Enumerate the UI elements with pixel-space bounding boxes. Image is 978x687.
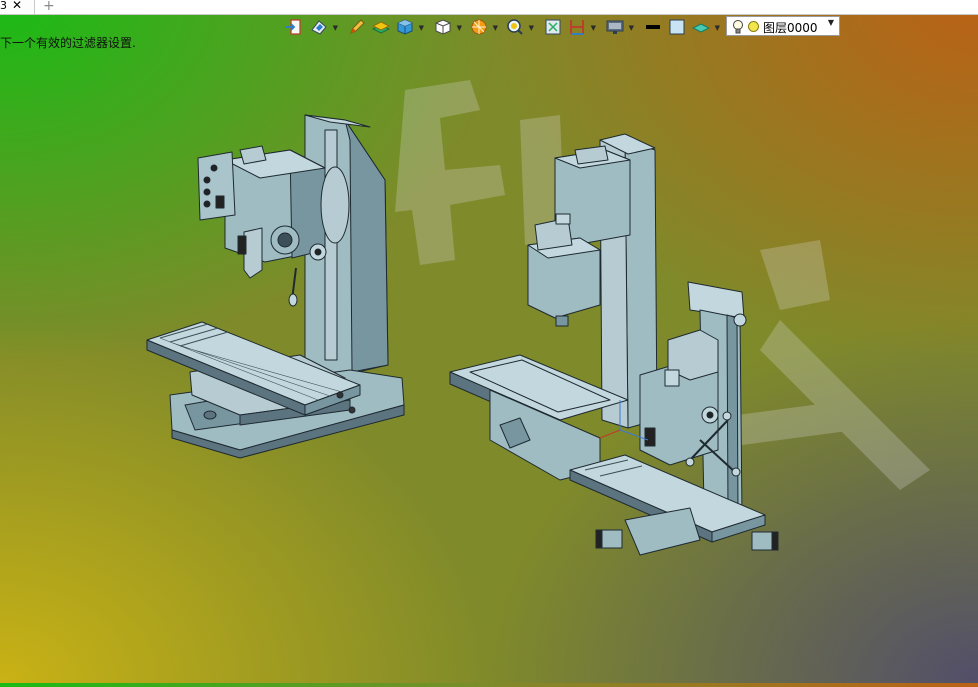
chevron-down-icon: ▼: [332, 24, 338, 32]
fit-view-icon: [545, 19, 561, 35]
add-tab-icon[interactable]: +: [43, 0, 55, 14]
wire-view-button[interactable]: ▼: [434, 18, 462, 36]
tab-bar: 3 ✕ +: [0, 0, 978, 15]
chevron-down-icon: ▼: [590, 24, 596, 32]
cube-shaded-icon: [397, 19, 413, 35]
fill-color-button[interactable]: [668, 18, 690, 36]
right-milling-machine: [449, 133, 779, 556]
view-orient-icon: [311, 20, 327, 35]
insert-icon: [285, 19, 301, 35]
layer-color-swatch: [748, 21, 759, 32]
chevron-down-icon: ▼: [418, 24, 424, 32]
line-color-icon: [646, 25, 660, 29]
render-style-icon: [471, 19, 487, 35]
plane-button[interactable]: ▼: [691, 18, 720, 36]
chevron-down-icon: ▼: [628, 24, 634, 32]
layers-stack-button[interactable]: [371, 18, 394, 36]
view-orient-button[interactable]: ▼: [310, 18, 338, 36]
lightbulb-icon: [733, 20, 743, 34]
cube-white-icon: [435, 19, 451, 35]
fit-view-button[interactable]: [544, 18, 566, 36]
insert-button[interactable]: [284, 18, 306, 36]
shaded-view-button[interactable]: ▼: [396, 18, 424, 36]
section-button[interactable]: ▼: [568, 18, 596, 36]
chevron-down-icon[interactable]: ▼: [828, 18, 834, 27]
chevron-down-icon: ▼: [456, 24, 462, 32]
zoom-icon: [507, 19, 523, 35]
section-icon: [570, 20, 584, 35]
view-toolbar: ▼ ▼ ▼ ▼ ▼ ▼ ▼ ▼ 图层0000 ▼: [282, 15, 844, 39]
chevron-down-icon: ▼: [492, 24, 498, 32]
zoom-button[interactable]: ▼: [506, 18, 534, 36]
plane-icon: [691, 23, 711, 33]
document-tab[interactable]: 3 ✕: [0, 0, 35, 14]
pencil-icon: [350, 19, 365, 34]
fill-color-icon: [669, 19, 685, 35]
chevron-down-icon: ▼: [714, 24, 720, 32]
render-style-button[interactable]: ▼: [470, 18, 498, 36]
cad-model-canvas: [146, 80, 930, 556]
left-milling-machine: [146, 114, 405, 459]
line-color-button[interactable]: [644, 18, 666, 36]
layers-stack-icon: [371, 21, 391, 34]
display-button[interactable]: ▼: [606, 18, 634, 36]
sketch-button[interactable]: [348, 18, 370, 36]
chevron-down-icon: ▼: [528, 24, 534, 32]
close-icon[interactable]: ✕: [12, 0, 22, 11]
layer-select[interactable]: 图层0000 ▼: [726, 16, 840, 36]
layer-name: 图层0000: [763, 21, 818, 35]
tab-label: 3: [0, 0, 7, 12]
model-viewport[interactable]: [0, 40, 978, 683]
monitor-icon: [606, 20, 624, 34]
